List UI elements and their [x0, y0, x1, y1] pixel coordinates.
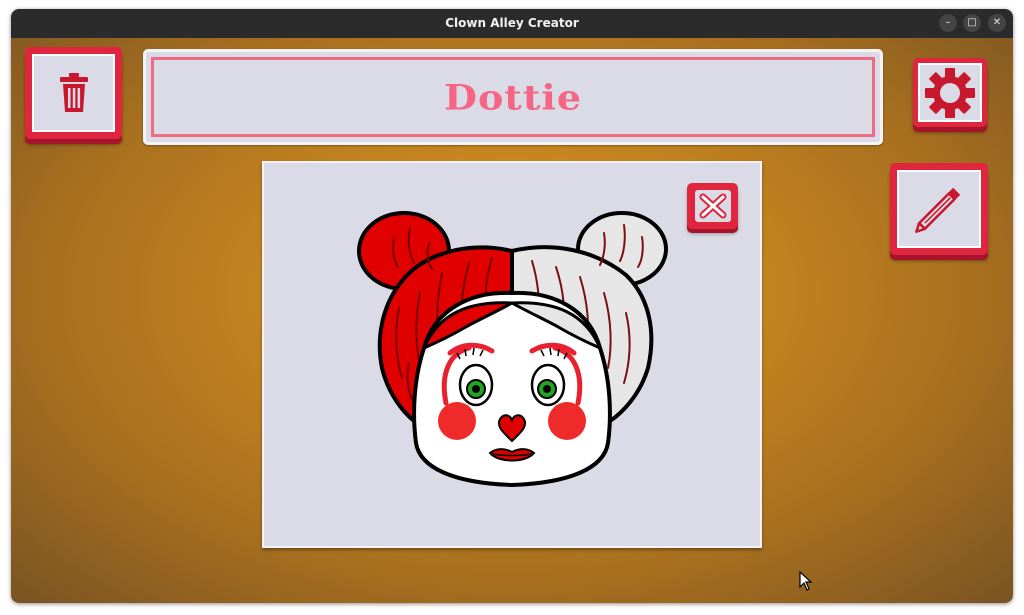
- pencil-icon: [915, 187, 961, 233]
- app-window: Clown Alley Creator – □ ✕ Dottie: [11, 9, 1013, 603]
- clown-portrait[interactable]: [264, 163, 760, 546]
- close-portrait-button[interactable]: [687, 183, 738, 229]
- edit-button[interactable]: [890, 163, 988, 255]
- window-title: Clown Alley Creator: [445, 16, 579, 30]
- edit-button-face: [897, 170, 981, 248]
- trash-icon: [59, 73, 88, 112]
- minimize-button[interactable]: –: [939, 14, 957, 32]
- close-window-button[interactable]: ✕: [988, 14, 1006, 32]
- delete-button[interactable]: [25, 47, 122, 139]
- title-bar[interactable]: Clown Alley Creator – □ ✕: [11, 9, 1013, 38]
- settings-button[interactable]: [913, 58, 987, 127]
- app-canvas: Dottie: [11, 38, 1013, 603]
- clown-name: Dottie: [443, 76, 583, 118]
- mouse-cursor-icon: [799, 571, 813, 591]
- close-window-icon: ✕: [992, 17, 1002, 28]
- delete-button-face: [32, 54, 115, 132]
- maximize-icon: □: [967, 17, 977, 28]
- maximize-button[interactable]: □: [963, 14, 981, 32]
- name-banner-frame: Dottie: [151, 57, 875, 137]
- minimize-icon: –: [945, 17, 951, 28]
- settings-button-face: [918, 63, 982, 122]
- gear-icon: [925, 67, 975, 118]
- close-x-icon: [694, 190, 731, 222]
- name-banner: Dottie: [143, 49, 883, 145]
